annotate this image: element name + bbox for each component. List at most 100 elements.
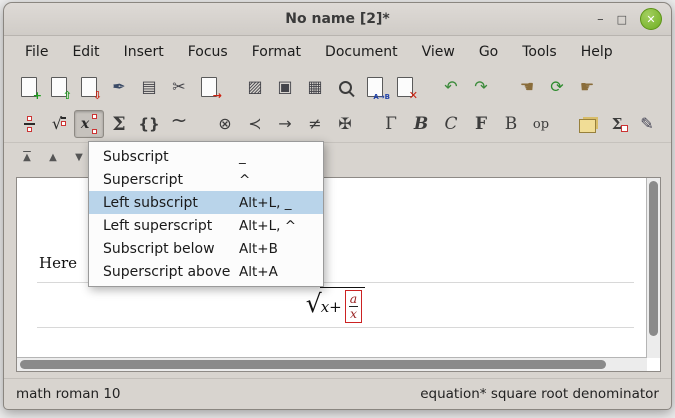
horizontal-scrollbar-thumb[interactable] xyxy=(20,360,606,369)
symbol-palette-button[interactable] xyxy=(572,110,602,138)
focus-up-button[interactable]: ▲ xyxy=(40,147,66,169)
fraktur-letters-button[interactable]: F xyxy=(466,110,496,138)
menu-edit[interactable]: Edit xyxy=(61,40,110,64)
undo-button[interactable]: ↶ xyxy=(436,73,466,101)
fraction-cursor-box[interactable]: a x xyxy=(345,290,362,324)
search-button[interactable] xyxy=(330,73,360,101)
document-text: Here xyxy=(39,254,77,272)
menu-format[interactable]: Format xyxy=(241,40,312,64)
big-operator-button[interactable]: Σ xyxy=(104,110,134,138)
menu-item-left-superscript[interactable]: Left superscriptAlt+L, ^ xyxy=(89,214,323,237)
menu-item-shortcut: ^ xyxy=(239,172,313,188)
menu-item-subscript[interactable]: Subscript_ xyxy=(89,145,323,168)
arrow-symbol-icon: → xyxy=(278,116,291,132)
negation-symbol-button[interactable]: ≠ xyxy=(300,110,330,138)
statusbar: math roman 10 equation* square root deno… xyxy=(4,378,671,409)
back-icon: ☚ xyxy=(520,79,534,95)
scripts-button[interactable]: x xyxy=(74,110,104,138)
equation[interactable]: √ x+ a x xyxy=(306,287,365,324)
new-document-button[interactable]: + xyxy=(14,73,44,101)
greek-letters-icon: Γ xyxy=(385,116,397,133)
negation-symbol-icon: ≠ xyxy=(308,116,321,132)
toolbar-group: Σ✎» xyxy=(572,110,672,138)
page-icon: + xyxy=(21,77,37,97)
maximize-button[interactable]: □ xyxy=(617,14,627,25)
vertical-scrollbar-thumb[interactable] xyxy=(649,181,658,336)
focus-down-icon: ▼ xyxy=(75,153,83,163)
reload-button[interactable]: ⟳ xyxy=(542,73,572,101)
clipboard-button[interactable]: ▦ xyxy=(300,73,330,101)
arrow-symbol-button[interactable]: → xyxy=(270,110,300,138)
blackboard-letters-button[interactable]: B xyxy=(496,110,526,138)
misc-symbol-button[interactable]: ✠ xyxy=(330,110,360,138)
save-document-button[interactable]: ⇩ xyxy=(74,73,104,101)
menu-item-superscript[interactable]: Superscript^ xyxy=(89,168,323,191)
bold-letters-button[interactable]: B xyxy=(406,110,436,138)
undo-icon: ↶ xyxy=(444,79,457,95)
cut-icon: ✂ xyxy=(172,79,185,95)
menu-item-left-subscript[interactable]: Left subscriptAlt+L, _ xyxy=(89,191,323,214)
open-document-button[interactable]: ⇧ xyxy=(44,73,74,101)
menu-item-superscript-above[interactable]: Superscript aboveAlt+A xyxy=(89,260,323,283)
titlebar[interactable]: No name [2]* – □ ✕ xyxy=(4,3,671,36)
menu-item-label: Superscript above xyxy=(103,264,239,280)
menu-item-shortcut: Alt+L, _ xyxy=(239,195,313,211)
page-icon: ⇩ xyxy=(81,77,97,97)
edit-tools-button[interactable]: ✒ xyxy=(104,73,134,101)
focus-top-button[interactable]: ▲ xyxy=(14,147,40,169)
page-icon: A→B xyxy=(367,77,383,97)
operator-name-button[interactable]: op xyxy=(526,110,556,138)
reload-icon: ⟳ xyxy=(550,79,563,95)
big-operator-icon: Σ xyxy=(112,115,125,134)
menu-go[interactable]: Go xyxy=(468,40,509,64)
square-root-button[interactable]: √ xyxy=(44,110,74,138)
forward-button[interactable]: ☛ xyxy=(572,73,602,101)
redo-button[interactable]: ↷ xyxy=(466,73,496,101)
equation-tools-button[interactable]: Σ xyxy=(602,110,632,138)
back-button[interactable]: ☚ xyxy=(512,73,542,101)
print-icon: ▤ xyxy=(141,79,156,95)
menu-tools[interactable]: Tools xyxy=(511,40,568,64)
calligraphic-letters-button[interactable]: C xyxy=(436,110,466,138)
menu-file[interactable]: File xyxy=(14,40,59,64)
brackets-button[interactable]: {} xyxy=(134,110,164,138)
wide-accent-button[interactable]: ~ xyxy=(164,110,194,138)
scripts-icon: x xyxy=(81,115,97,133)
export-button[interactable]: → xyxy=(194,73,224,101)
toolbar-group: ↶↷ xyxy=(436,73,496,101)
vertical-scrollbar[interactable] xyxy=(646,178,660,358)
operator-symbol-icon: ⊗ xyxy=(218,116,231,132)
focus-up-icon: ▲ xyxy=(49,153,57,163)
replace-button[interactable]: A→B xyxy=(360,73,390,101)
badge-icon: ⇩ xyxy=(93,90,102,101)
close-button[interactable]: ✕ xyxy=(640,8,662,30)
fraction-button[interactable] xyxy=(14,110,44,138)
main-toolbar: +⇧⇩✒▤✂→▨▣▦A→B✕↶↷☚⟳☛ xyxy=(4,68,671,106)
menu-insert[interactable]: Insert xyxy=(113,40,175,64)
toolbar-overflow-button[interactable]: » xyxy=(662,110,672,138)
spell-button[interactable]: ✕ xyxy=(390,73,420,101)
operator-symbol-button[interactable]: ⊗ xyxy=(210,110,240,138)
greek-letters-button[interactable]: Γ xyxy=(376,110,406,138)
cut-button[interactable]: ✂ xyxy=(164,73,194,101)
pen-tools-button[interactable]: ✎ xyxy=(632,110,662,138)
menu-view[interactable]: View xyxy=(411,40,466,64)
print-button[interactable]: ▤ xyxy=(134,73,164,101)
status-right: equation* square root denominator xyxy=(420,386,659,402)
relation-symbol-button[interactable]: ≺ xyxy=(240,110,270,138)
paste-button[interactable]: ▣ xyxy=(270,73,300,101)
sheets-icon xyxy=(579,119,596,133)
menu-document[interactable]: Document xyxy=(314,40,409,64)
misc-symbol-icon: ✠ xyxy=(338,116,351,132)
toolbar-group: ΓBCFBop xyxy=(376,110,556,138)
menubar: FileEditInsertFocusFormatDocumentViewGoT… xyxy=(4,36,671,68)
menu-item-subscript-below[interactable]: Subscript belowAlt+B xyxy=(89,237,323,260)
copy-button[interactable]: ▨ xyxy=(240,73,270,101)
menu-item-label: Left subscript xyxy=(103,195,239,211)
minimize-button[interactable]: – xyxy=(597,13,604,26)
menu-focus[interactable]: Focus xyxy=(177,40,239,64)
menu-help[interactable]: Help xyxy=(570,40,624,64)
badge-icon: + xyxy=(33,90,42,101)
app-window: No name [2]* – □ ✕ FileEditInsertFocusFo… xyxy=(3,2,672,410)
horizontal-scrollbar[interactable] xyxy=(17,357,647,371)
